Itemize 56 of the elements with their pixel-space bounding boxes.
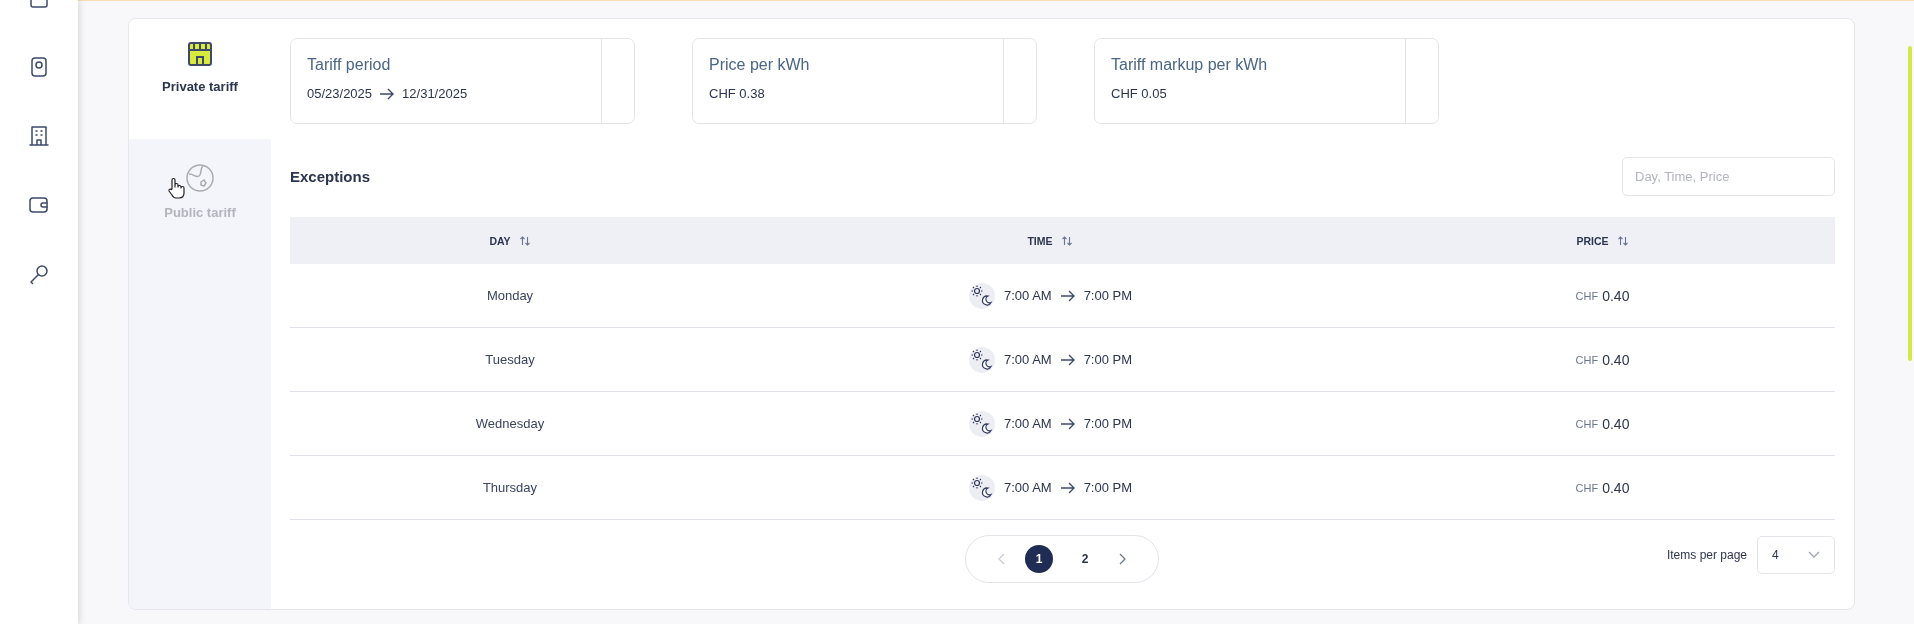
sun-moon-icon — [967, 473, 996, 502]
chevron-down-icon — [1808, 551, 1820, 559]
table-cell: Monday — [486, 288, 534, 303]
start-time: 7:00 AM — [1003, 480, 1052, 495]
section-title: Exceptions — [290, 168, 371, 185]
sort-icon[interactable] — [1060, 234, 1073, 247]
column-header[interactable]: PRICE — [1576, 234, 1609, 247]
arrow-right-icon — [1059, 289, 1076, 302]
start-time: 7:00 AM — [1003, 352, 1052, 367]
arrow-right-icon — [1059, 481, 1076, 494]
building-icon[interactable] — [27, 124, 51, 148]
sun-moon-icon — [967, 281, 996, 310]
price-value: 0.40 — [1602, 287, 1630, 304]
sort-icon[interactable] — [1616, 234, 1629, 247]
shop-icon — [187, 41, 213, 67]
arrow-right-icon — [1059, 353, 1076, 366]
start-time: 7:00 AM — [1003, 288, 1052, 303]
arrow-right-icon — [379, 87, 396, 100]
price-value: 0.40 — [1602, 479, 1630, 496]
end-date: 12/31/2025 — [402, 86, 468, 101]
start-date: 05/23/2025 — [307, 86, 373, 101]
search-field[interactable]: Day, Time, Price — [1622, 157, 1835, 196]
info-title: Tariff period — [307, 56, 392, 74]
start-time: 7:00 AM — [1003, 416, 1052, 431]
column-header[interactable]: TIME — [1027, 234, 1053, 247]
arrow-right-icon — [1059, 417, 1076, 430]
currency-label: CHF — [1575, 481, 1599, 494]
currency-label: CHF — [1575, 289, 1599, 302]
page-button[interactable]: 2 — [1071, 545, 1099, 573]
table-cell: Wednesday — [475, 416, 545, 431]
items-per-page-select[interactable]: 4 — [1757, 536, 1835, 574]
table-cell: Thursday — [482, 480, 538, 495]
scrollbar[interactable] — [1908, 46, 1912, 361]
key-icon[interactable] — [27, 262, 51, 286]
end-time: 7:00 PM — [1083, 416, 1133, 431]
hand-cursor-icon — [167, 177, 185, 199]
page-button[interactable]: 1 — [1025, 545, 1053, 573]
chevron-right-icon[interactable] — [1117, 553, 1127, 565]
info-value: CHF 0.05 — [1111, 86, 1168, 101]
table-cell: Tuesday — [485, 352, 535, 367]
column-header[interactable]: DAY — [489, 234, 511, 247]
items-per-page-label: Items per page — [1666, 548, 1747, 562]
end-time: 7:00 PM — [1083, 352, 1133, 367]
end-time: 7:00 PM — [1083, 480, 1133, 495]
sort-icon[interactable] — [518, 234, 531, 247]
info-title: Price per kWh — [709, 56, 811, 74]
sun-moon-icon — [967, 409, 996, 438]
info-value: CHF 0.38 — [709, 86, 766, 101]
price-value: 0.40 — [1602, 415, 1630, 432]
sun-moon-icon — [967, 345, 996, 374]
globe-icon — [185, 163, 215, 193]
end-time: 7:00 PM — [1083, 288, 1133, 303]
currency-label: CHF — [1575, 353, 1599, 366]
price-value: 0.40 — [1602, 351, 1630, 368]
info-title: Tariff markup per kWh — [1111, 56, 1269, 74]
currency-label: CHF — [1575, 417, 1599, 430]
